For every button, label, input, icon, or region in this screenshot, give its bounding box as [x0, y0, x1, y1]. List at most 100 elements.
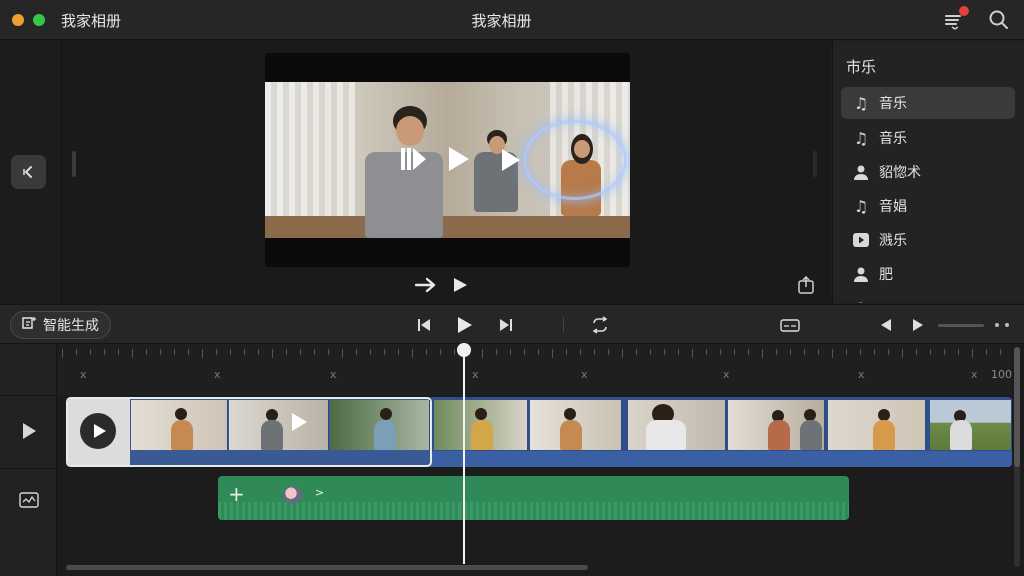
ruler-tick [594, 349, 595, 355]
video-frame [265, 82, 630, 238]
ruler-tick [454, 349, 455, 355]
ruler-tick [622, 349, 623, 358]
more-dot[interactable] [1005, 323, 1009, 327]
arrow-right-icon[interactable] [414, 277, 437, 298]
ruler-tick [678, 349, 679, 355]
ruler-tick [174, 349, 175, 355]
clip-thumbnail[interactable] [131, 400, 228, 450]
audio-waveform [218, 502, 849, 520]
ruler-tick [524, 349, 525, 355]
play-icon[interactable] [19, 421, 39, 441]
ruler-tick [216, 349, 217, 355]
music-note-icon: ♫ [853, 128, 869, 148]
ruler-tick [188, 349, 189, 355]
music-note-icon: ♫ [853, 196, 869, 216]
sidebar-item-label: 貂惚术 [879, 165, 921, 181]
clip-thumbnail[interactable] [434, 400, 528, 450]
caption-icon[interactable] [780, 315, 800, 335]
ruler-tick [510, 349, 511, 355]
pause-play-icon[interactable] [400, 146, 428, 179]
skip-back-icon[interactable] [414, 315, 434, 335]
clip-thumbnail[interactable] [330, 400, 430, 450]
ruler-tick [566, 349, 567, 355]
time-ruler[interactable]: ⅹ ⅹ ⅹ ⅹ ⅹ ⅹ ⅹ ⅹ 100 [58, 345, 1012, 395]
playhead-handle[interactable] [457, 343, 471, 357]
sidebar-title: 市乐 [846, 58, 877, 76]
sidebar-item-more[interactable]: ♫ [841, 292, 1015, 304]
ruler-tick [398, 349, 399, 355]
ruler-tick [90, 349, 91, 355]
resize-handle-right[interactable] [813, 151, 817, 177]
ruler-tick [720, 349, 721, 355]
loop-icon[interactable] [590, 315, 610, 335]
ruler-tick [706, 349, 707, 355]
ruler-tick [930, 349, 931, 355]
prev-icon[interactable] [876, 315, 896, 335]
ruler-tick [202, 349, 203, 358]
ruler-tick [874, 349, 875, 355]
play-icon[interactable] [452, 277, 468, 298]
ruler-tick [734, 349, 735, 355]
ruler-tick [692, 349, 693, 358]
play-square-icon [851, 230, 871, 250]
ruler-tick [286, 349, 287, 355]
ruler-tick [804, 349, 805, 355]
ruler-tick [832, 349, 833, 358]
clip-thumbnail[interactable] [828, 400, 926, 450]
video-preview[interactable] [265, 53, 630, 267]
play-icon[interactable] [290, 412, 308, 437]
sidebar-item-music-2[interactable]: ♫ 音乐 [841, 122, 1015, 154]
sidebar-item-label: 溅乐 [879, 233, 907, 249]
sidebar-item-music-3[interactable]: ♫ 音娼 [841, 190, 1015, 222]
ruler-end-label: 100 [991, 368, 1012, 381]
smart-generate-label: 智能生成 [43, 318, 99, 334]
audio-clip[interactable] [218, 476, 849, 520]
ruler-tick [776, 349, 777, 355]
ruler-tick [482, 349, 483, 358]
clip-thumbnail[interactable] [728, 400, 825, 450]
music-note-icon: ♫ [851, 298, 871, 304]
ruler-tick [636, 349, 637, 355]
audio-track-icon[interactable] [19, 490, 39, 510]
search-icon[interactable] [987, 8, 1011, 32]
ruler-tick [580, 349, 581, 355]
ruler-tick [370, 349, 371, 355]
skip-forward-icon[interactable] [496, 315, 516, 335]
ruler-tick [496, 349, 497, 355]
zoom-slider[interactable] [938, 324, 984, 327]
ruler-tick [762, 349, 763, 358]
playhead[interactable] [463, 350, 465, 564]
play-icon[interactable] [500, 148, 522, 179]
sidebar-item-music[interactable]: ♫ 音乐 [841, 87, 1015, 119]
ruler-tick [664, 349, 665, 355]
share-icon[interactable] [797, 275, 815, 294]
play-icon[interactable] [447, 146, 471, 179]
sidebar-item-video[interactable]: 溅乐 [841, 224, 1015, 256]
resize-handle-left[interactable] [72, 151, 76, 177]
timeline-toolbar: 智能生成 [0, 304, 1024, 344]
next-icon[interactable] [908, 315, 928, 335]
sidebar-item-label: 肥 [879, 267, 893, 283]
plus-icon[interactable]: + [228, 482, 245, 506]
smart-generate-button[interactable]: 智能生成 [10, 311, 111, 339]
ruler-tick [818, 349, 819, 355]
ruler-tick [888, 349, 889, 355]
chevron-left-icon [22, 166, 32, 178]
clip-thumbnail[interactable] [530, 400, 622, 450]
ruler-tick [944, 349, 945, 355]
sidebar-item-people[interactable]: 貂惚术 [841, 156, 1015, 188]
clip-thumbnail[interactable] [628, 400, 726, 450]
ruler-tick [846, 349, 847, 355]
vertical-scrollbar[interactable] [1014, 347, 1020, 567]
play-icon[interactable] [454, 315, 474, 335]
more-dot[interactable] [995, 323, 999, 327]
sidebar-item-person[interactable]: 肥 [841, 258, 1015, 290]
clip-thumbnail[interactable] [930, 400, 1012, 450]
back-button[interactable] [11, 155, 46, 189]
ruler-tick [258, 349, 259, 355]
clip-thumbnail[interactable] [229, 400, 329, 450]
chevron-right-icon[interactable]: > [315, 486, 324, 499]
horizontal-scrollbar[interactable] [66, 565, 588, 570]
ruler-tick [538, 349, 539, 355]
clip-play-button[interactable] [80, 413, 116, 449]
